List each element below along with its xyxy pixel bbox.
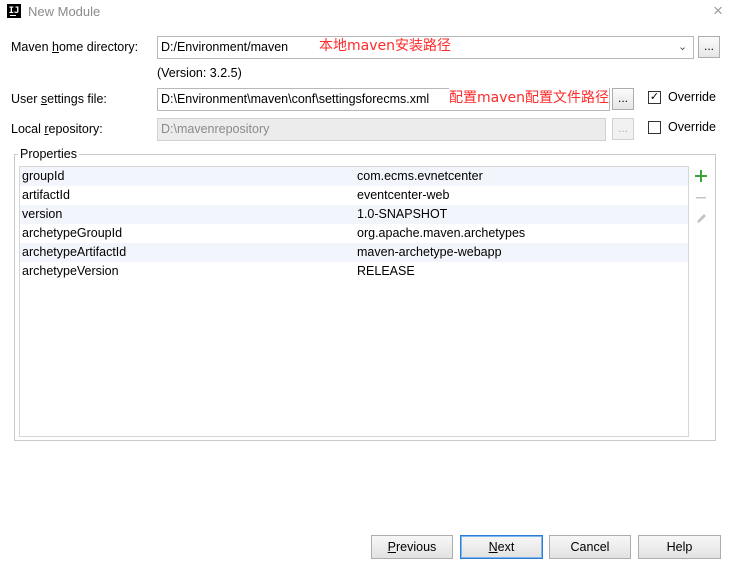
property-key: version: [22, 207, 63, 221]
title-bar: IJ New Module ×: [0, 0, 734, 24]
maven-home-annotation: 本地maven安装路径: [319, 38, 451, 54]
properties-table: groupId com.ecms.evnetcenter artifactId …: [19, 166, 689, 437]
properties-title: Properties: [18, 147, 79, 161]
property-key: archetypeGroupId: [22, 226, 123, 240]
maven-home-value: D:/Environment/maven: [161, 40, 289, 54]
user-settings-browse-button[interactable]: ...: [612, 88, 634, 110]
property-value: maven-archetype-webapp: [357, 245, 502, 259]
property-key: archetypeArtifactId: [22, 245, 127, 259]
maven-home-browse-button[interactable]: ...: [698, 36, 720, 58]
next-button[interactable]: Next: [460, 535, 543, 559]
property-key: groupId: [22, 169, 65, 183]
table-row[interactable]: groupId com.ecms.evnetcenter: [20, 167, 688, 186]
check-icon: ✓: [649, 91, 660, 103]
property-value: com.ecms.evnetcenter: [357, 169, 483, 183]
local-repository-input[interactable]: D:\mavenrepository: [157, 118, 606, 141]
property-value: eventcenter-web: [357, 188, 450, 202]
close-icon[interactable]: ×: [708, 2, 728, 22]
table-row[interactable]: archetypeArtifactId maven-archetype-weba…: [20, 243, 688, 262]
cancel-button[interactable]: Cancel: [549, 535, 631, 559]
table-row[interactable]: archetypeVersion RELEASE: [20, 262, 688, 281]
edit-icon[interactable]: [693, 212, 709, 228]
property-key: archetypeVersion: [22, 264, 119, 278]
user-settings-value: D:\Environment\maven\conf\settingsforecm…: [161, 92, 430, 106]
help-button[interactable]: Help: [638, 535, 721, 559]
user-settings-annotation: 配置maven配置文件路径: [449, 87, 609, 107]
local-repository-override-checkbox[interactable]: [648, 121, 661, 134]
user-settings-override-checkbox[interactable]: ✓: [648, 91, 661, 104]
previous-button[interactable]: Previous: [371, 535, 453, 559]
chevron-down-icon[interactable]: ⌄: [678, 40, 687, 53]
table-row[interactable]: artifactId eventcenter-web: [20, 186, 688, 205]
remove-icon[interactable]: [693, 191, 709, 207]
local-repository-override-label: Override: [668, 120, 716, 134]
property-value: org.apache.maven.archetypes: [357, 226, 526, 240]
table-row[interactable]: archetypeGroupId org.apache.maven.archet…: [20, 224, 688, 243]
local-repository-browse-button[interactable]: ...: [612, 118, 634, 140]
add-icon[interactable]: [693, 169, 709, 185]
user-settings-label: User settings file:: [11, 92, 107, 106]
maven-home-label: Maven home directory:: [11, 40, 139, 54]
local-repository-label: Local repository:: [11, 122, 103, 136]
window-title: New Module: [28, 4, 101, 19]
property-key: artifactId: [22, 188, 70, 202]
maven-version-note: (Version: 3.2.5): [157, 66, 242, 80]
property-value: RELEASE: [357, 264, 415, 278]
intellij-app-icon: IJ: [7, 4, 21, 18]
user-settings-override-label: Override: [668, 90, 716, 104]
table-row[interactable]: version 1.0-SNAPSHOT: [20, 205, 688, 224]
property-value: 1.0-SNAPSHOT: [357, 207, 448, 221]
local-repository-value: D:\mavenrepository: [161, 122, 270, 136]
